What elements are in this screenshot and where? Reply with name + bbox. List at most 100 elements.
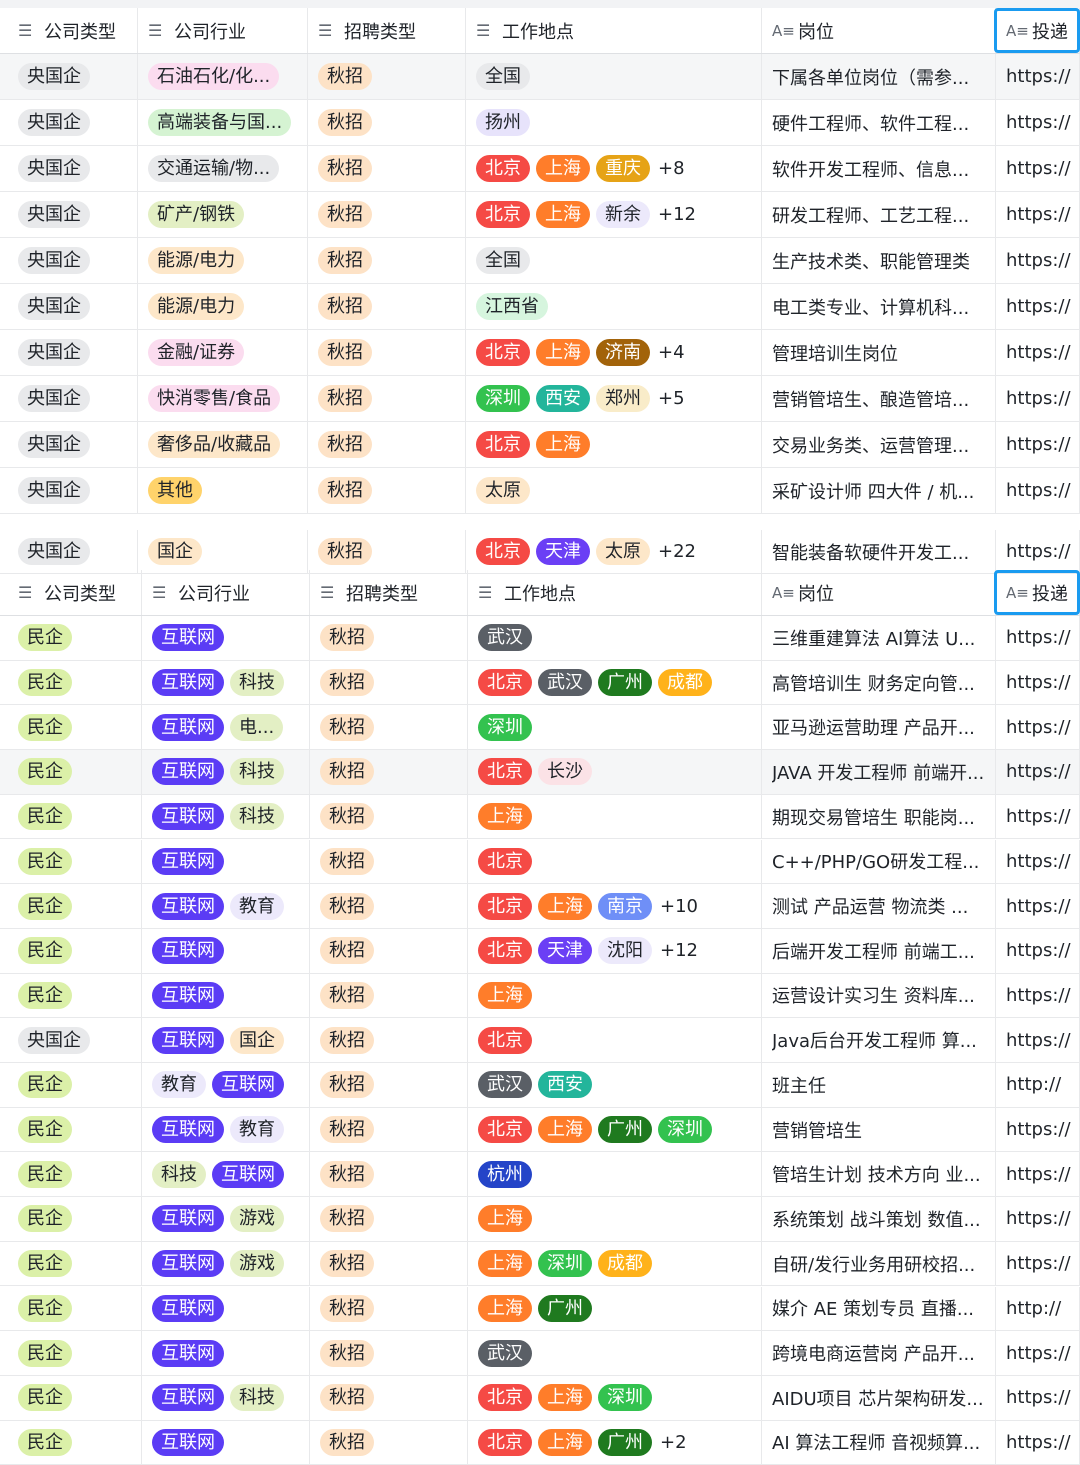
cell-link[interactable]: https:// — [996, 1241, 1080, 1286]
apply-link[interactable]: https:// — [1006, 342, 1071, 363]
cell-industry[interactable]: 互联网 教育 — [142, 884, 310, 928]
table-row[interactable]: 民企 互联网 秋招 武汉 三维重建算法 AI算法 U... https:// — [0, 616, 1080, 661]
cell-loc[interactable]: 北京 天津 沈阳 +12 — [468, 928, 762, 973]
cell-recruit[interactable]: 秋招 — [310, 1152, 468, 1197]
cell-position[interactable]: 营销管培生、酿造管培... — [762, 376, 996, 421]
cell-recruit[interactable]: 秋招 — [310, 884, 468, 928]
cell-type[interactable]: 民企 — [8, 660, 142, 705]
cell-link[interactable]: http:// — [996, 1286, 1080, 1331]
cell-type[interactable]: 民企 — [8, 1331, 142, 1375]
cell-type[interactable]: 央国企 — [8, 1018, 142, 1062]
cell-loc[interactable]: 北京 天津 太原 +22 — [466, 530, 762, 573]
cell-recruit[interactable]: 秋招 — [310, 928, 468, 973]
header-location[interactable]: ☰ 工作地点 — [466, 8, 762, 53]
cell-type[interactable]: 民企 — [8, 1241, 142, 1286]
header-company_type[interactable]: ☰ 公司类型 — [8, 570, 142, 615]
cell-type[interactable]: 民企 — [8, 1197, 142, 1241]
cell-type[interactable]: 民企 — [8, 884, 142, 928]
table-row[interactable]: 民企 互联网 教育 秋招 北京 上海 南京 +10 测试 产品运营 物流类 ... https:/… — [0, 884, 1080, 929]
cell-type[interactable]: 民企 — [8, 750, 142, 794]
cell-type[interactable]: 央国企 — [8, 192, 138, 237]
cell-loc[interactable]: 上海 广州 — [468, 1286, 762, 1331]
cell-position[interactable]: 采矿设计师 四大件 / 机... — [762, 468, 996, 513]
cell-link[interactable]: https:// — [996, 884, 1080, 928]
cell-position[interactable]: 管培生计划 技术方向 业... — [762, 1152, 996, 1197]
cell-recruit[interactable]: 秋招 — [310, 1286, 468, 1331]
cell-position[interactable]: 管理培训生岗位 — [762, 330, 996, 375]
cell-recruit[interactable]: 秋招 — [308, 192, 466, 237]
cell-position[interactable]: 运营设计实习生 资料库... — [762, 973, 996, 1018]
table-row[interactable]: 央国企 能源/电力 秋招 江西省 电工类专业、计算机科... https:// — [0, 284, 1080, 330]
cell-recruit[interactable]: 秋招 — [310, 1420, 468, 1465]
cell-recruit[interactable]: 秋招 — [308, 284, 466, 329]
header-position[interactable]: A≡ 岗位 — [762, 8, 996, 53]
apply-link[interactable]: https:// — [1006, 940, 1071, 961]
header-recruit_type[interactable]: ☰ 招聘类型 — [310, 570, 468, 615]
cell-recruit[interactable]: 秋招 — [310, 973, 468, 1018]
cell-recruit[interactable]: 秋招 — [308, 146, 466, 191]
cell-position[interactable]: AIDU项目 芯片架构研发... — [762, 1375, 996, 1420]
table-row[interactable]: 民企 互联网 科技 秋招 北京 长沙 JAVA 开发工程师 前端开... https:// — [0, 750, 1080, 795]
cell-link[interactable]: https:// — [996, 468, 1080, 513]
cell-recruit[interactable]: 秋招 — [310, 1331, 468, 1375]
cell-industry[interactable]: 其他 — [138, 468, 308, 513]
cell-loc[interactable]: 武汉 — [468, 616, 762, 660]
table-row[interactable]: 民企 互联网 秋招 北京 天津 沈阳 +12 后端开发工程师 前端工... https:// — [0, 928, 1080, 974]
cell-link[interactable]: https:// — [996, 1331, 1080, 1375]
cell-loc[interactable]: 全国 — [466, 238, 762, 283]
cell-link[interactable]: http:// — [996, 1063, 1080, 1107]
cell-industry[interactable]: 互联网 — [142, 839, 310, 884]
cell-position[interactable]: 期现交易管培生 职能岗... — [762, 794, 996, 839]
cell-position[interactable]: 营销管培生 — [762, 1107, 996, 1152]
apply-link[interactable]: https:// — [1006, 541, 1071, 562]
cell-loc[interactable]: 扬州 — [466, 100, 762, 145]
cell-type[interactable]: 央国企 — [8, 100, 138, 145]
apply-link[interactable]: https:// — [1006, 806, 1071, 827]
cell-link[interactable]: https:// — [996, 100, 1080, 145]
apply-link[interactable]: https:// — [1006, 250, 1071, 271]
table-row[interactable]: 央国企 石油石化/化... 秋招 全国 下属各单位岗位（需参... https:// — [0, 54, 1080, 100]
apply-link[interactable]: https:// — [1006, 434, 1071, 455]
cell-position[interactable]: 自研/发行业务用研校招... — [762, 1241, 996, 1286]
apply-link[interactable]: https:// — [1006, 1432, 1071, 1453]
cell-recruit[interactable]: 秋招 — [310, 1063, 468, 1107]
apply-link[interactable]: https:// — [1006, 112, 1071, 133]
cell-industry[interactable]: 互联网 — [142, 1331, 310, 1375]
cell-position[interactable]: 跨境电商运营岗 产品开... — [762, 1331, 996, 1375]
table-row[interactable]: 民企 互联网 游戏 秋招 上海 深圳 成都 自研/发行业务用研校招... https:// — [0, 1241, 1080, 1287]
cell-type[interactable]: 央国企 — [8, 284, 138, 329]
cell-industry[interactable]: 互联网 — [142, 1286, 310, 1331]
cell-loc[interactable]: 北京 — [468, 839, 762, 884]
cell-industry[interactable]: 快消零售/食品 — [138, 376, 308, 421]
cell-link[interactable]: https:// — [996, 750, 1080, 794]
cell-industry[interactable]: 互联网 — [142, 973, 310, 1018]
apply-link[interactable]: https:// — [1006, 1164, 1071, 1185]
table-row[interactable]: 央国企 快消零售/食品 秋招 深圳 西安 郑州 +5 营销管培生、酿造管培... https:/… — [0, 376, 1080, 422]
cell-loc[interactable]: 北京 长沙 — [468, 750, 762, 794]
cell-type[interactable]: 央国企 — [8, 376, 138, 421]
cell-type[interactable]: 民企 — [8, 973, 142, 1018]
cell-link[interactable]: https:// — [996, 1107, 1080, 1152]
header-industry[interactable]: ☰ 公司行业 — [138, 8, 308, 53]
apply-link[interactable]: https:// — [1006, 627, 1071, 648]
table-row[interactable]: 央国企 奢侈品/收藏品 秋招 北京 上海 交易业务类、运营管理... https:// — [0, 422, 1080, 468]
cell-link[interactable]: https:// — [996, 973, 1080, 1018]
cell-type[interactable]: 央国企 — [8, 330, 138, 375]
cell-industry[interactable]: 金融/证券 — [138, 330, 308, 375]
cell-loc[interactable]: 北京 武汉 广州 成都 — [468, 660, 762, 705]
table-row[interactable]: 民企 互联网 秋招 武汉 跨境电商运营岗 产品开... https:// — [0, 1331, 1080, 1376]
cell-industry[interactable]: 互联网 国企 — [142, 1018, 310, 1062]
cell-position[interactable]: 系统策划 战斗策划 数值... — [762, 1197, 996, 1241]
cell-industry[interactable]: 互联网 电... — [142, 705, 310, 750]
cell-loc[interactable]: 太原 — [466, 468, 762, 513]
apply-link[interactable]: http:// — [1006, 1074, 1061, 1095]
cell-type[interactable]: 央国企 — [8, 146, 138, 191]
cell-link[interactable]: https:// — [996, 422, 1080, 467]
cell-recruit[interactable]: 秋招 — [310, 705, 468, 750]
cell-position[interactable]: 下属各单位岗位（需参... — [762, 54, 996, 99]
cell-type[interactable]: 央国企 — [8, 54, 138, 99]
cell-loc[interactable]: 北京 上海 广州 +2 — [468, 1420, 762, 1465]
table-row[interactable]: 央国企 高端装备与国... 秋招 扬州 硬件工程师、软件工程... https:// — [0, 100, 1080, 146]
table-row[interactable]: 民企 互联网 电... 秋招 深圳 亚马逊运营助理 产品开... https:// — [0, 705, 1080, 751]
apply-link[interactable]: https:// — [1006, 1030, 1071, 1051]
